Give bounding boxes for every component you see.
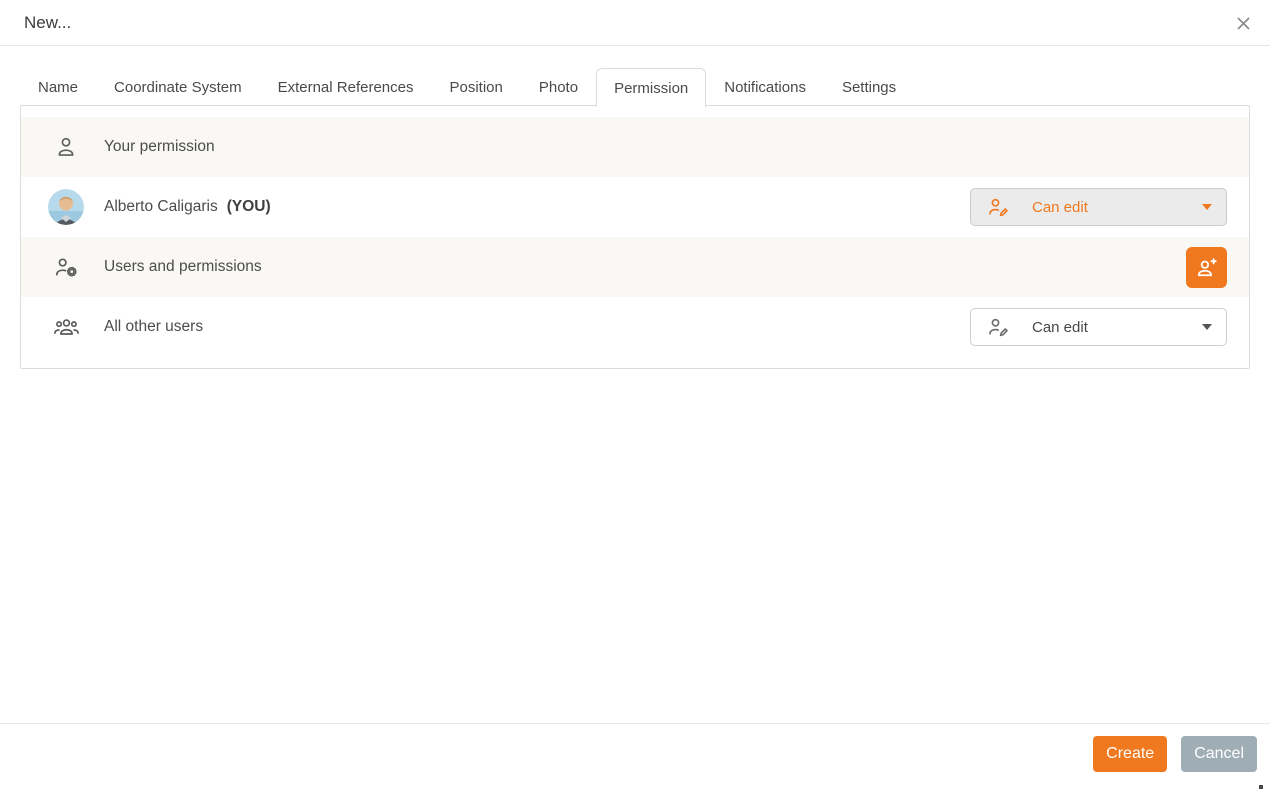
tab-external-references[interactable]: External References [260, 68, 432, 106]
your-permission-label: Your permission [104, 138, 215, 155]
dialog-title: New... [24, 12, 72, 32]
user-name: Alberto Caligaris [104, 198, 218, 215]
all-other-users-permission-dropdown[interactable]: Can edit [970, 308, 1227, 346]
permission-value: Can edit [1032, 198, 1088, 216]
all-other-users-label: All other users [104, 318, 204, 335]
your-permission-header-row: Your permission [21, 117, 1249, 177]
dialog-header: New... [0, 0, 1270, 46]
users-gear-icon [48, 249, 84, 285]
resize-handle-dot [1259, 785, 1263, 789]
users-permissions-header-row: Users and permissions [21, 237, 1249, 297]
tab-settings[interactable]: Settings [824, 68, 914, 106]
all-other-users-row: All other users Can edit [21, 297, 1249, 357]
edit-user-icon [986, 195, 1010, 219]
current-user-row: Alberto Caligaris (YOU) Can edit [21, 177, 1249, 237]
permission-panel: Your permission Alberto Caligaris (YOU) [20, 105, 1250, 369]
chevron-down-icon [1202, 204, 1212, 210]
person-icon [48, 129, 84, 165]
edit-user-icon [986, 315, 1010, 339]
tab-permission[interactable]: Permission [596, 68, 707, 107]
avatar [48, 189, 84, 225]
tab-position[interactable]: Position [431, 68, 520, 106]
dialog-footer: Create Cancel [0, 723, 1270, 792]
chevron-down-icon [1202, 324, 1212, 330]
cancel-button[interactable]: Cancel [1181, 736, 1257, 772]
group-icon [48, 309, 84, 345]
add-user-button[interactable] [1186, 246, 1227, 288]
close-icon[interactable] [1232, 12, 1254, 34]
users-permissions-label: Users and permissions [104, 258, 262, 275]
current-user-permission-dropdown[interactable]: Can edit [970, 188, 1227, 226]
tab-notifications[interactable]: Notifications [706, 68, 824, 106]
tab-name[interactable]: Name [20, 68, 96, 106]
tab-bar: Name Coordinate System External Referenc… [20, 46, 1250, 107]
create-button[interactable]: Create [1093, 736, 1168, 772]
permission-value: Can edit [1032, 318, 1088, 336]
tab-photo[interactable]: Photo [521, 68, 596, 106]
you-tag: (YOU) [226, 198, 271, 215]
tab-coordinate-system[interactable]: Coordinate System [96, 68, 260, 106]
